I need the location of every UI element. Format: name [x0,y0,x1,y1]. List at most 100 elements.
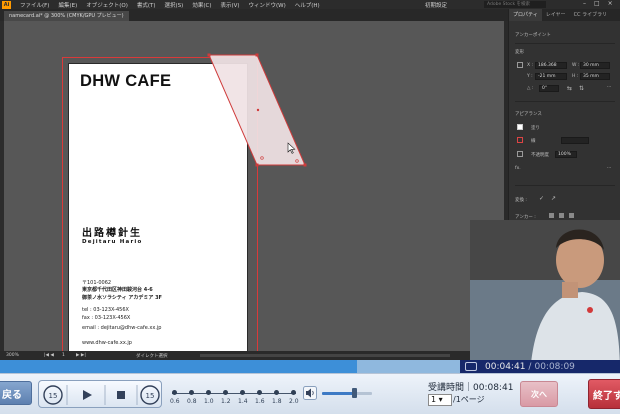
flip-horizontal-icon[interactable]: ⇆ [567,85,572,92]
stroke-weight-field[interactable] [561,137,589,144]
fill-swatch-icon[interactable] [517,124,523,130]
artboard-number[interactable]: 1 [62,353,65,358]
menu-file[interactable]: ファイル(F) [20,1,49,9]
end-button[interactable]: 終了す [588,379,620,409]
maximize-icon[interactable]: □ [594,0,600,7]
document-tab[interactable]: namecard.ai* @ 300% (CMYK/GPU プレビュー) [4,11,129,21]
divider [515,43,615,44]
connect-anchor-icon[interactable] [559,213,564,218]
illustrator-app-icon: Ai [2,0,11,9]
anchor-section-label: アンカーポイント [515,33,551,38]
artboard-nav-icon[interactable]: |◀ ◀ [44,353,54,358]
zoom-level[interactable]: 300% [6,353,19,358]
h-label: H : [572,74,579,79]
play-icon[interactable] [83,390,92,400]
speed-stop[interactable] [206,390,211,395]
reference-point-icon[interactable] [517,62,523,68]
card-logo: DHW CAFE [80,72,172,90]
speed-label: 1.2 [221,398,231,405]
status-bar: 300% |◀ ◀ 1 ▶ ▶| ダイレクト選択 [0,351,508,360]
menu-help[interactable]: ヘルプ(H) [295,1,320,9]
smooth-convert-icon[interactable]: ↗ [551,195,556,202]
page-select[interactable]: 1 ▾ [428,394,452,406]
elapsed-time: 00:04:41 [485,361,526,372]
current-tool-label: ダイレクト選択 [136,354,168,359]
speed-stop[interactable] [223,390,228,395]
close-icon[interactable]: × [608,0,613,7]
loop-icon[interactable] [465,362,477,371]
rewind-15-icon[interactable]: 15 [43,385,63,405]
total-time: 00:08:09 [534,361,575,372]
w-field[interactable]: 30 mm [580,62,610,69]
forward-15-label: 15 [146,392,155,400]
horizontal-scrollbar[interactable] [200,354,450,357]
card-email: email : dejitaru@dhw-cafe.xx.jp [82,325,162,331]
menu-object[interactable]: オブジェクト(O) [86,1,128,9]
stroke-swatch-icon[interactable] [517,137,523,143]
speed-label: 1.8 [272,398,282,405]
speed-stop[interactable] [257,390,262,395]
speed-label: 2.0 [289,398,299,405]
convert-label: 変換 : [515,198,527,203]
stroke-label: 線 [531,139,536,144]
more-options-icon[interactable]: ··· [607,166,611,171]
card-fax: fax : 03-123X-456X [82,315,131,321]
appearance-section-label: アピアランス [515,112,542,117]
tab-layers[interactable]: レイヤー [542,9,570,21]
y-field[interactable]: -21 mm [535,73,567,80]
presenter-video [470,220,620,375]
menu-type[interactable]: 書式(T) [137,1,156,9]
speed-stop[interactable] [291,390,296,395]
panel-tabs: プロパティ レイヤー CC ライブラリ [509,9,620,21]
divider [515,185,615,186]
prev-button[interactable]: 戻る [0,381,32,405]
speed-stop[interactable] [240,390,245,395]
total-time-separator: / [528,361,532,372]
speed-stop[interactable] [274,390,279,395]
workspace-switcher[interactable]: 初期設定 [425,1,447,9]
transform-section-label: 変形 [515,50,524,55]
artboard-next-icon[interactable]: ▶ ▶| [76,353,86,358]
volume-slider[interactable] [322,392,372,395]
menu-view[interactable]: 表示(V) [220,1,239,9]
y-label: Y : [527,74,533,79]
fx-icon[interactable]: fx. [515,166,521,171]
stock-search-input[interactable]: Adobe Stock を検索 [484,1,546,8]
stop-icon[interactable] [117,391,125,399]
cut-path-icon[interactable] [569,213,574,218]
window-controls: – □ × [583,0,613,7]
card-name-en: Dejitaru Hario [82,239,143,245]
card-url: www.dhw-cafe.xx.jp [82,340,132,346]
next-button[interactable]: 次へ [520,381,558,407]
volume-icon[interactable] [303,386,317,400]
page-count-label: /1ページ [453,395,485,404]
flip-vertical-icon[interactable]: ⇅ [579,85,584,92]
presenter-image [470,220,620,375]
corner-convert-icon[interactable]: ✓ [539,195,544,202]
fill-label: 塗り [531,126,540,131]
playback-progress-bar[interactable] [0,360,470,373]
x-field[interactable]: 186.368 [535,62,567,69]
screen: { "app": { "menus": ["ファイル(F)", "編集(E)",… [0,0,620,414]
minimize-icon[interactable]: – [583,0,586,7]
card-address1: 東京都千代田区神田駿河台 4-6 [82,287,153,293]
opacity-field[interactable]: 100% [555,151,577,158]
angle-field[interactable]: 0° [539,85,559,92]
tab-libraries[interactable]: CC ライブラリ [570,9,612,21]
menu-edit[interactable]: 編集(E) [58,1,77,9]
more-options-icon[interactable]: ··· [607,85,611,90]
speed-stop[interactable] [172,390,177,395]
menu-window[interactable]: ウィンドウ(W) [249,1,286,9]
card-name-jp: 出路樽針生 [82,228,142,239]
forward-15-icon[interactable]: 15 [140,385,160,405]
page-select-value: 1 [431,395,437,404]
volume-knob[interactable] [352,388,357,398]
tab-properties[interactable]: プロパティ [509,9,542,21]
menu-effect[interactable]: 効果(C) [192,1,211,9]
speed-label: 0.6 [170,398,180,405]
menu-select[interactable]: 選択(S) [165,1,184,9]
remove-anchor-icon[interactable] [549,213,554,218]
speed-stop[interactable] [189,390,194,395]
rewind-15-label: 15 [49,392,58,400]
h-field[interactable]: 35 mm [580,73,610,80]
